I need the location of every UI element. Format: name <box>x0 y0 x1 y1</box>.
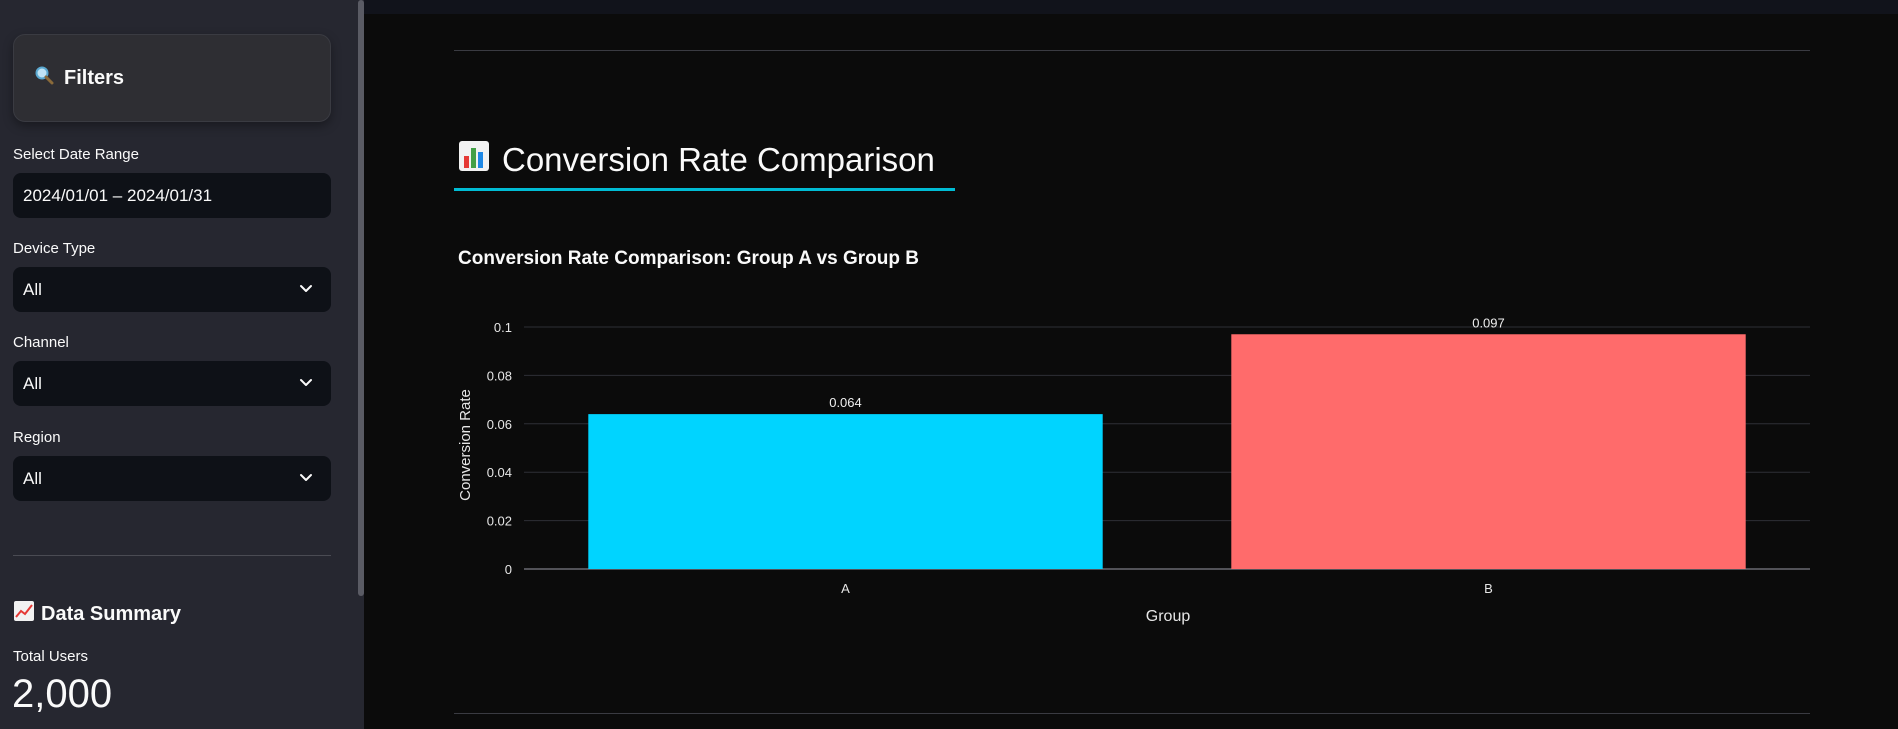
total-users-label: Total Users <box>13 648 89 665</box>
bar-A <box>588 414 1103 569</box>
magnifier-icon <box>34 65 54 91</box>
filters-title: Filters <box>64 66 125 89</box>
y-tick-label: 0 <box>505 562 512 577</box>
y-tick-label: 0.08 <box>487 368 512 383</box>
chart-title: Conversion Rate Comparison: Group A vs G… <box>458 248 919 269</box>
data-summary-title: Data Summary <box>41 602 182 625</box>
channel-label: Channel <box>13 334 69 351</box>
y-tick-label: 0.1 <box>494 320 512 335</box>
sidebar-divider <box>13 555 331 556</box>
channel-value: All <box>23 373 42 393</box>
channel-select[interactable]: All <box>13 361 331 406</box>
section-title: Conversion Rate Comparison <box>502 141 935 178</box>
filters-header: Filters <box>13 34 331 122</box>
y-tick-label: 0.06 <box>487 417 512 432</box>
y-tick-label: 0.02 <box>487 514 512 529</box>
chevron-down-icon <box>300 379 312 386</box>
section-divider <box>454 50 1810 51</box>
x-axis-label: Group <box>1146 608 1191 625</box>
device-type-label: Device Type <box>13 240 96 257</box>
device-type-value: All <box>23 279 42 299</box>
bar-B <box>1231 334 1746 569</box>
sidebar: Filters Select Date Range 2024/01/01 – 2… <box>0 0 364 729</box>
chevron-down-icon <box>300 474 312 481</box>
x-tick-label: A <box>841 581 850 596</box>
x-tick-label: B <box>1484 581 1493 596</box>
region-label: Region <box>13 429 61 446</box>
y-axis-label: Conversion Rate <box>457 389 474 501</box>
region-value: All <box>23 468 42 488</box>
x-axis-ticks: AB <box>841 581 1493 596</box>
bar-value-label: 0.097 <box>1472 315 1505 330</box>
date-range-value: 2024/01/01 – 2024/01/31 <box>23 185 213 205</box>
section-underline <box>454 188 955 191</box>
y-tick-label: 0.04 <box>487 465 512 480</box>
chart-increasing-icon <box>13 600 35 628</box>
sidebar-scrollbar[interactable] <box>358 0 364 596</box>
data-summary-heading: Data Summary <box>13 600 181 628</box>
chart-bars <box>588 334 1746 569</box>
date-range-label: Select Date Range <box>13 146 139 163</box>
total-users-value: 2,000 <box>12 672 113 716</box>
region-select[interactable]: All <box>13 456 331 501</box>
y-axis-ticks: 0 0.02 0.04 0.06 0.08 0.1 <box>487 320 512 577</box>
bar-chart-icon <box>458 140 490 180</box>
chevron-down-icon <box>300 285 312 292</box>
section-heading: Conversion Rate Comparison <box>458 140 935 180</box>
top-bar <box>364 0 1898 14</box>
bar-value-label: 0.064 <box>829 395 862 410</box>
date-range-input[interactable]: 2024/01/01 – 2024/01/31 <box>13 173 331 218</box>
section-divider-bottom <box>454 713 1810 714</box>
device-type-select[interactable]: All <box>13 267 331 312</box>
conversion-rate-chart[interactable]: 00.020.040.060.080.1 AB 0.0640.097 Group… <box>454 290 1814 630</box>
